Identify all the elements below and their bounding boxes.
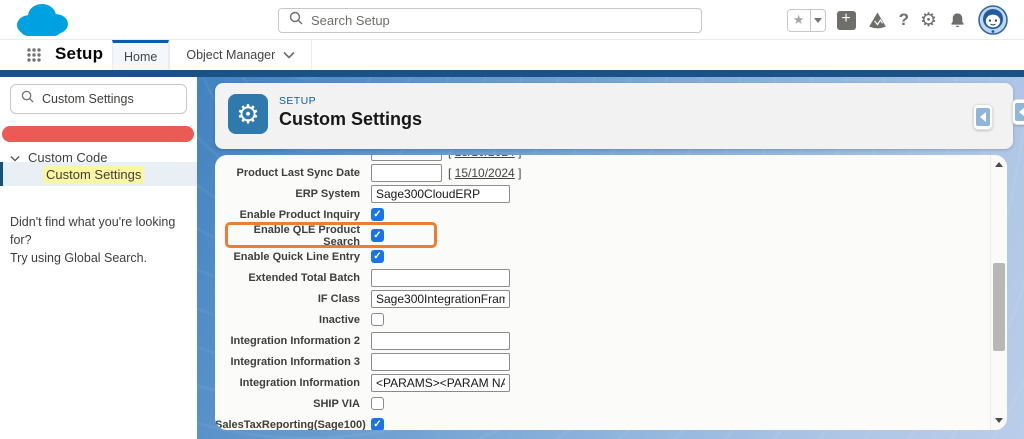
field-row-ship-via: SHIP VIA [215, 393, 989, 414]
split-view-toggle-button[interactable] [1012, 99, 1024, 125]
date-picker-link-wrap: [ 15/10/2024 ] [448, 155, 521, 159]
quick-find-box[interactable] [10, 84, 187, 114]
field-row-product-last-sync-date: Product Last Sync Date [ 15/10/2024 ] [215, 162, 989, 183]
search-icon [289, 11, 303, 30]
field-row-enable-product-inquiry: Enable Product Inquiry [215, 204, 989, 225]
field-label: SalesTaxReporting(Sage100) [215, 418, 366, 431]
tab-object-manager-label: Object Manager [186, 48, 276, 62]
product-last-sync-date-input[interactable] [371, 163, 442, 182]
field-label: SHIP VIA [313, 397, 360, 410]
nav-tabs: Home Object Manager [112, 40, 313, 70]
favorites-combo-button [786, 8, 826, 32]
nav-accent-strip [0, 70, 1024, 77]
split-view-toggle-button[interactable] [973, 104, 993, 130]
field-label: Enable Quick Line Entry [233, 250, 360, 263]
integration-information-3-input[interactable] [371, 352, 510, 371]
vertical-scrollbar[interactable] [990, 155, 1007, 430]
sidebar-help-text: Didn't find what you're looking for? Try… [10, 213, 197, 267]
enable-qle-product-search-checkbox[interactable] [371, 229, 384, 242]
page-header-card: SETUP Custom Settings [215, 83, 1013, 149]
global-search-input[interactable] [311, 13, 651, 28]
favorites-star-icon[interactable] [788, 10, 810, 31]
integration-information-2-input[interactable] [371, 331, 510, 350]
help-line-2: Try using Global Search. [10, 251, 148, 265]
app-launcher-icon[interactable] [26, 47, 42, 68]
field-label: Enable Product Inquiry [239, 208, 360, 221]
scrollbar-thumb[interactable] [993, 263, 1005, 351]
date-picker-link[interactable]: 15/10/2024 [455, 155, 515, 159]
user-avatar[interactable] [978, 5, 1008, 35]
form-rows: [ 15/10/2024 ] Product Last Sync Date [ 15… [215, 155, 989, 430]
header-actions [786, 0, 1008, 40]
field-row-integration-information-3: Integration Information 3 [215, 351, 989, 372]
if-class-input[interactable] [371, 289, 510, 308]
field-label: Integration Information 3 [230, 355, 360, 368]
redacted-bar [2, 126, 194, 142]
bell-icon[interactable] [948, 11, 967, 30]
setup-nav-bar: Setup Home Object Manager [0, 40, 1024, 70]
scroll-down-icon[interactable] [995, 418, 1003, 423]
field-row-inactive: Inactive [215, 309, 989, 330]
field-row-enable-qle-product-search: Enable QLE Product Search [215, 222, 989, 248]
field-label: ERP System [295, 187, 360, 200]
field-label: IF Class [317, 292, 360, 305]
search-icon [21, 90, 34, 108]
field-row-if-class: IF Class [215, 288, 989, 309]
field-label: Product Last Sync Date [236, 166, 360, 179]
salesforce-logo-icon [8, 0, 72, 45]
field-row-enable-quick-line-entry: Enable Quick Line Entry [215, 246, 989, 267]
field-label: Integration Information [239, 376, 360, 389]
chevron-left-icon [976, 108, 990, 126]
help-icon[interactable] [899, 10, 909, 30]
page-title: Custom Settings [279, 109, 423, 129]
integration-information-input[interactable] [371, 373, 510, 392]
field-row-clipped-field: [ 15/10/2024 ] [215, 155, 989, 162]
sidebar-item-custom-settings[interactable]: Custom Settings [0, 162, 197, 186]
field-row-erp-system: ERP System [215, 183, 989, 204]
trailhead-icon[interactable] [867, 10, 888, 30]
enable-quick-line-entry-checkbox[interactable] [371, 250, 384, 263]
field-row-extended-total-batch: Extended Total Batch [215, 267, 989, 288]
global-search-box[interactable] [278, 8, 702, 33]
clipped-field-input[interactable] [371, 155, 442, 161]
favorites-caret-icon[interactable] [809, 9, 825, 31]
help-line-1: Didn't find what you're looking for? [10, 215, 176, 247]
quick-find-input[interactable] [42, 92, 167, 106]
enable-product-inquiry-checkbox[interactable] [371, 208, 384, 221]
gear-icon[interactable] [920, 9, 937, 32]
date-picker-link[interactable]: 15/10/2024 [455, 166, 515, 180]
chevron-left-icon [1015, 103, 1024, 121]
field-label: Extended Total Batch [248, 271, 360, 284]
custom-settings-form-card: [ 15/10/2024 ] Product Last Sync Date [ 15… [215, 155, 1007, 430]
field-label: Inactive [319, 313, 360, 326]
setup-gear-tile-icon [228, 94, 268, 134]
ship-via-checkbox[interactable] [371, 397, 384, 410]
page-eyebrow: SETUP [279, 95, 317, 107]
tab-home[interactable]: Home [112, 40, 170, 70]
chevron-down-icon [283, 51, 295, 59]
setup-sidebar: Custom Code Custom Settings Didn't find … [0, 77, 197, 439]
field-row-integration-information: Integration Information [215, 372, 989, 393]
field-label: Enable QLE Product Search [253, 223, 360, 248]
salestaxreporting-sage100-checkbox[interactable] [371, 418, 384, 430]
field-row-salestaxreporting-sage100: SalesTaxReporting(Sage100) [215, 414, 989, 430]
inactive-checkbox[interactable] [371, 313, 384, 326]
field-row-integration-information-2: Integration Information 2 [215, 330, 989, 351]
tab-home-label: Home [124, 49, 158, 64]
field-label: Integration Information 2 [230, 334, 360, 347]
add-icon[interactable] [836, 10, 856, 30]
scroll-up-icon[interactable] [995, 162, 1003, 167]
global-header [0, 0, 1024, 40]
extended-total-batch-input[interactable] [371, 268, 510, 287]
app-name-label: Setup [55, 44, 104, 63]
tab-object-manager[interactable]: Object Manager [169, 40, 313, 70]
date-picker-link-wrap: [ 15/10/2024 ] [448, 165, 522, 180]
selected-item-label: Custom Settings [43, 165, 145, 183]
erp-system-input[interactable] [371, 184, 510, 203]
